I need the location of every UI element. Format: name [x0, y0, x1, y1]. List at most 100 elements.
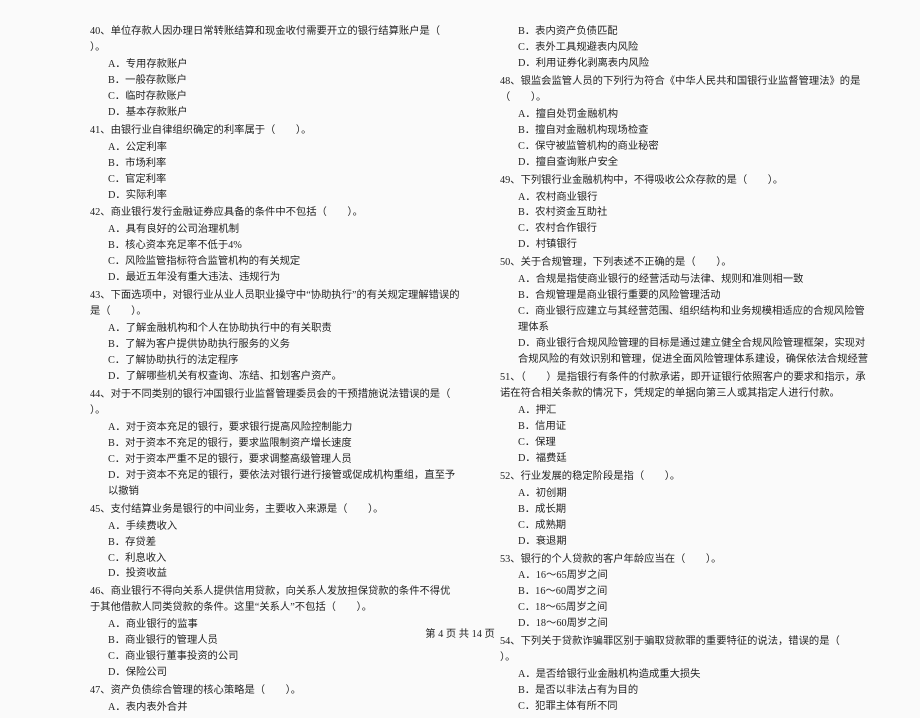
option: B．一般存款账户 — [108, 73, 460, 89]
option: A．初创期 — [518, 486, 870, 502]
question-44: 44、对于不同类别的银行冲国银行业监督管理委员会的干预措施说法错误的是（ ）。 … — [90, 387, 460, 500]
qnum: 52 — [500, 471, 510, 482]
option: A．擅自处罚金融机构 — [518, 107, 870, 123]
option: D．投资收益 — [108, 566, 460, 582]
right-column: B．表内资产负债匹配 C．表外工具规避表内风险 D．利用证券化剥离表内风险 48… — [500, 24, 870, 718]
option: A．手续费收入 — [108, 519, 460, 535]
option: B．是否以非法占有为目的 — [518, 683, 870, 699]
qstem: 银监会监管人员的下列行为符合《中华人民共和国银行业监督管理法》的是（ ）。 — [500, 76, 860, 103]
option: C．利息收入 — [108, 551, 460, 567]
option: D．了解哪些机关有权查询、冻结、扣划客户资产。 — [108, 369, 460, 385]
qnum: 45 — [90, 504, 100, 515]
option: A．专用存款账户 — [108, 57, 460, 73]
qstem: 由银行业自律组织确定的利率属于（ ）。 — [111, 125, 312, 136]
two-column-layout: 40、单位存款人因办理日常转账结算和现金收付需要开立的银行结算账户是（ ）。 A… — [90, 24, 870, 718]
option: A．对于资本充足的银行，要求银行提高风险控制能力 — [108, 420, 460, 436]
option: D．基本存款账户 — [108, 105, 460, 121]
qstem: 下面选项中，对银行业从业人员职业操守中“协助执行”的有关规定理解错误的是（ ）。 — [90, 290, 460, 317]
question-51: 51、（ ）是指银行有条件的付款承诺，即开证银行依照客户的要求和指示，承诺在符合… — [500, 370, 870, 467]
qnum: 43 — [90, 290, 100, 301]
option: B．信用证 — [518, 419, 870, 435]
option: C．表外工具规避表内风险 — [518, 40, 870, 56]
option: C．商业银行董事投资的公司 — [108, 649, 460, 665]
option: D．实际利率 — [108, 188, 460, 204]
option: A．合规是指使商业银行的经营活动与法律、规则和准则相一致 — [518, 272, 870, 288]
option: C．保守被监管机构的商业秘密 — [518, 139, 870, 155]
option: D．利用证券化剥离表内风险 — [518, 56, 870, 72]
question-43: 43、下面选项中，对银行业从业人员职业操守中“协助执行”的有关规定理解错误的是（… — [90, 288, 460, 385]
option: B．核心资本充足率不低于4% — [108, 238, 460, 254]
qstem: 单位存款人因办理日常转账结算和现金收付需要开立的银行结算账户是（ ）。 — [90, 26, 461, 53]
qstem: 关于合规管理，下列表述不正确的是（ ）。 — [521, 257, 732, 268]
question-49: 49、下列银行业金融机构中，不得吸收公众存款的是（ ）。 A．农村商业银行 B．… — [500, 173, 870, 254]
qnum: 41 — [90, 125, 100, 136]
option: C．保理 — [518, 435, 870, 451]
qstem: 商业银行不得向关系人提供信用贷款，向关系人发放担保贷款的条件不得优于其他借款人同… — [90, 586, 450, 613]
qnum: 51 — [500, 372, 510, 383]
question-45: 45、支付结算业务是银行的中间业务，主要收入来源是（ ）。 A．手续费收入 B．… — [90, 502, 460, 583]
qstem: 支付结算业务是银行的中间业务，主要收入来源是（ ）。 — [111, 504, 384, 515]
option: A．押汇 — [518, 403, 870, 419]
option: B．了解为客户提供协助执行服务的义务 — [108, 337, 460, 353]
option: C．风险监管指标符合监管机构的有关规定 — [108, 254, 460, 270]
option: D．衰退期 — [518, 534, 870, 550]
option: A．表内表外合并 — [108, 700, 460, 716]
option: B．擅自对金融机构现场检查 — [518, 123, 870, 139]
question-48: 48、银监会监管人员的下列行为符合《中华人民共和国银行业监督管理法》的是（ ）。… — [500, 74, 870, 171]
option: C．官定利率 — [108, 172, 460, 188]
option: A．是否给银行业金融机构造成重大损失 — [518, 667, 870, 683]
option: C．临时存款账户 — [108, 89, 460, 105]
option: C．了解协助执行的法定程序 — [108, 353, 460, 369]
option: B．表内资产负债匹配 — [518, 24, 870, 40]
option: B．16～60周岁之间 — [518, 584, 870, 600]
qnum: 48 — [500, 76, 510, 87]
option: A．了解金融机构和个人在协助执行中的有关职责 — [108, 321, 460, 337]
option: C．成熟期 — [518, 518, 870, 534]
option: C．商业银行应建立与其经营范围、组织结构和业务规模相适应的合规风险管理体系 — [518, 304, 870, 336]
qnum: 50 — [500, 257, 510, 268]
option: D．最近五年没有重大违法、违规行为 — [108, 270, 460, 286]
option: D．擅自查询账户安全 — [518, 155, 870, 171]
question-50: 50、关于合规管理，下列表述不正确的是（ ）。 A．合规是指使商业银行的经营活动… — [500, 255, 870, 368]
option: A．公定利率 — [108, 140, 460, 156]
option: A．具有良好的公司治理机制 — [108, 222, 460, 238]
option: B．市场利率 — [108, 156, 460, 172]
question-52: 52、行业发展的稳定阶段是指（ ）。 A．初创期 B．成长期 C．成熟期 D．衰… — [500, 469, 870, 550]
option: D．保险公司 — [108, 665, 460, 681]
option: C．农村合作银行 — [518, 221, 870, 237]
option: C．对于资本严重不足的银行，要求调整高级管理人员 — [108, 452, 460, 468]
qstem: 下列银行业金融机构中，不得吸收公众存款的是（ ）。 — [521, 175, 784, 186]
option: A．农村商业银行 — [518, 190, 870, 206]
qnum: 46 — [90, 586, 100, 597]
option: B．合规管理是商业银行重要的风险管理活动 — [518, 288, 870, 304]
option: D．商业银行合规风险管理的目标是通过建立健全合规风险管理框架，实现对合规风险的有… — [518, 336, 870, 368]
option: A．16～65周岁之间 — [518, 568, 870, 584]
option: C．18～65周岁之间 — [518, 600, 870, 616]
qnum: 47 — [90, 685, 100, 696]
question-47: 47、资产负债综合管理的核心策略是（ ）。 A．表内表外合并 — [90, 683, 460, 716]
qstem: 资产负债综合管理的核心策略是（ ）。 — [111, 685, 302, 696]
question-53: 53、银行的个人贷款的客户年龄应当在（ ）。 A．16～65周岁之间 B．16～… — [500, 552, 870, 633]
page-footer: 第 4 页 共 14 页 — [0, 625, 920, 640]
question-42: 42、商业银行发行金融证券应具备的条件中不包括（ ）。 A．具有良好的公司治理机… — [90, 205, 460, 286]
option: B．对于资本不充足的银行，要求监限制资产增长速度 — [108, 436, 460, 452]
exam-page: 40、单位存款人因办理日常转账结算和现金收付需要开立的银行结算账户是（ ）。 A… — [0, 0, 920, 650]
option: D．对于资本不充足的银行，要依法对银行进行接管或促成机构重组，直至予以撤销 — [108, 468, 460, 500]
question-54: 54、下列关于贷款诈骗罪区别于骗取贷款罪的重要特征的说法，错误的是（ ）。 A．… — [500, 634, 870, 715]
qstem: 银行的个人贷款的客户年龄应当在（ ）。 — [521, 554, 722, 565]
option: C．犯罪主体有所不同 — [518, 699, 870, 715]
option: B．存贷差 — [108, 535, 460, 551]
qstem: 行业发展的稳定阶段是指（ ）。 — [521, 471, 681, 482]
option: D．村镇银行 — [518, 237, 870, 253]
qnum: 49 — [500, 175, 510, 186]
qnum: 44 — [90, 389, 100, 400]
question-47-continued: B．表内资产负债匹配 C．表外工具规避表内风险 D．利用证券化剥离表内风险 — [500, 24, 870, 72]
qstem: （ ）是指银行有条件的付款承诺，即开证银行依照客户的要求和指示，承诺在符合相关条… — [500, 372, 866, 399]
qstem: 对于不同类别的银行冲国银行业监督管理委员会的干预措施说法错误的是（ ）。 — [90, 389, 471, 416]
option: B．农村资金互助社 — [518, 205, 870, 221]
option: B．成长期 — [518, 502, 870, 518]
question-40: 40、单位存款人因办理日常转账结算和现金收付需要开立的银行结算账户是（ ）。 A… — [90, 24, 460, 121]
qnum: 40 — [90, 26, 100, 37]
qnum: 42 — [90, 207, 100, 218]
question-41: 41、由银行业自律组织确定的利率属于（ ）。 A．公定利率 B．市场利率 C．官… — [90, 123, 460, 204]
